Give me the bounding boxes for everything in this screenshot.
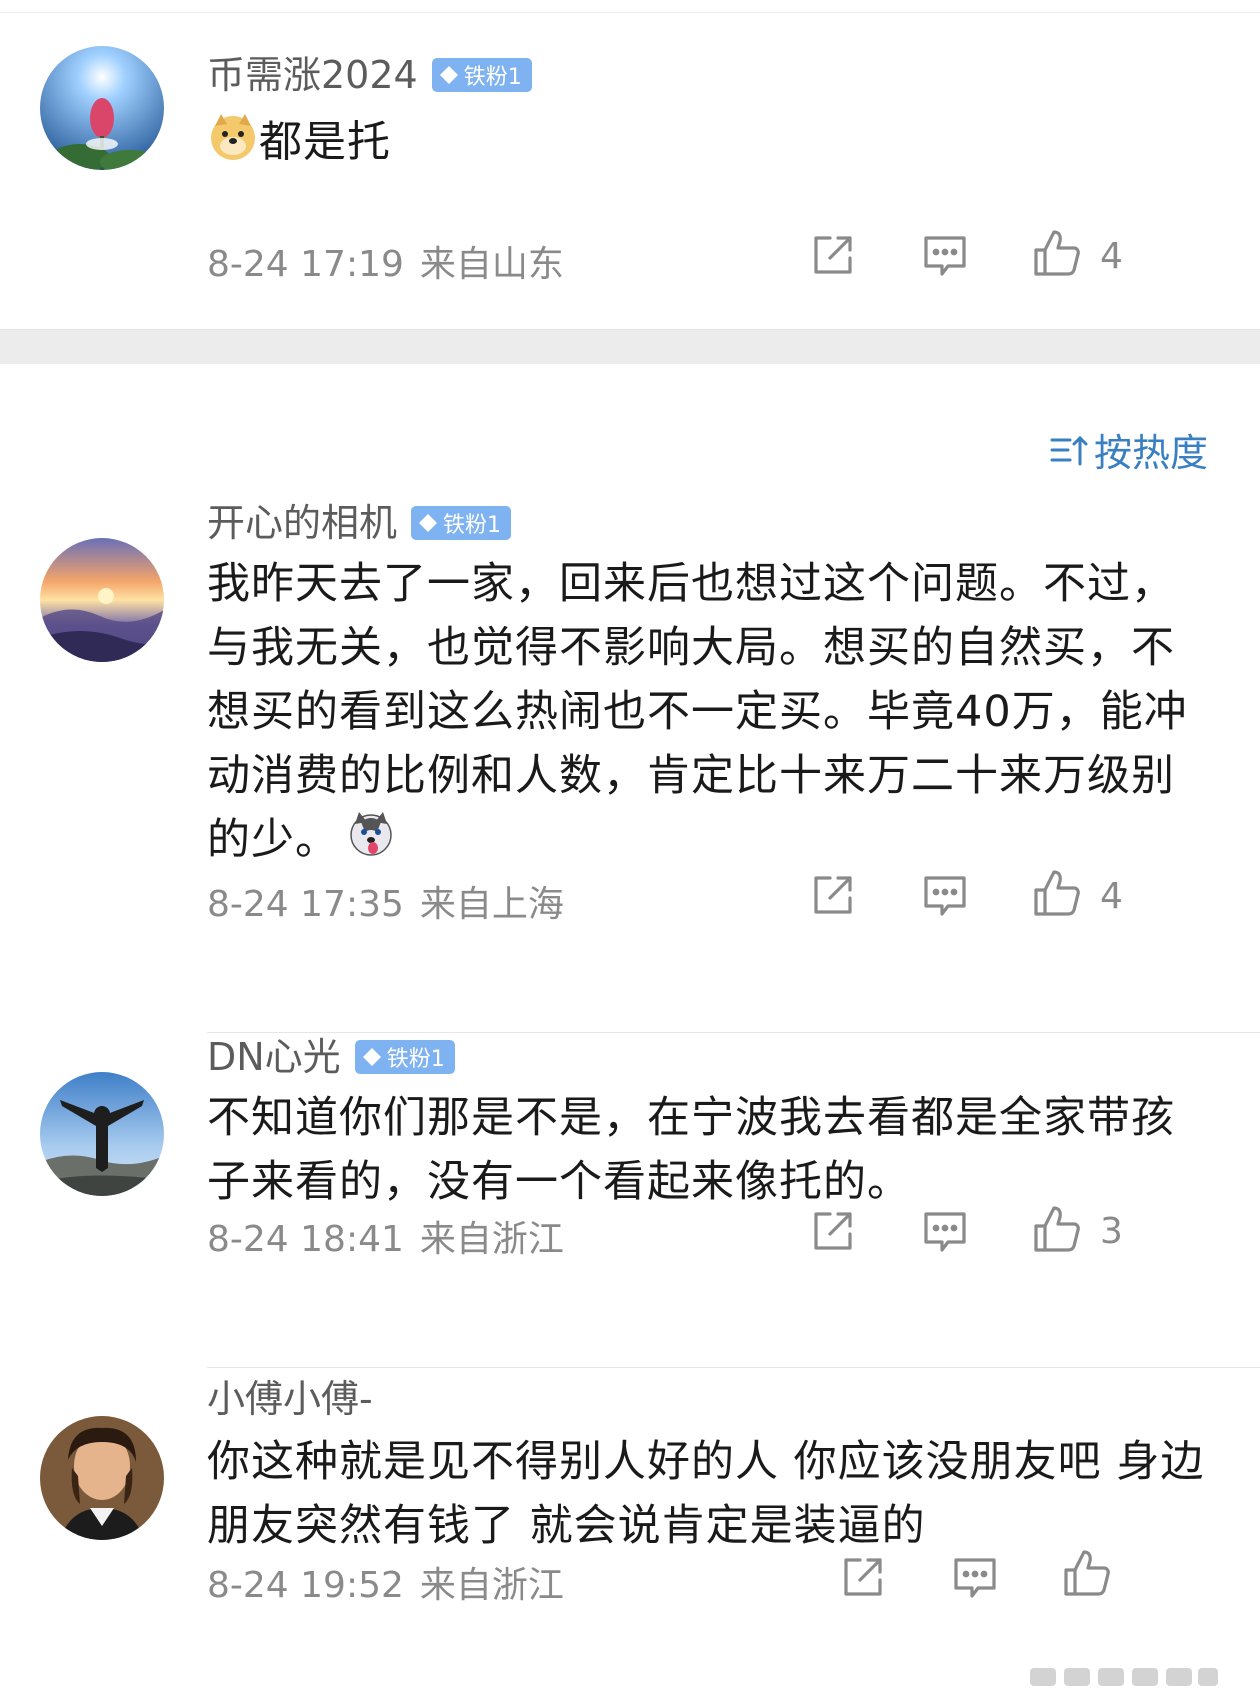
comment-body: 不知道你们那是不是，在宁波我去看都是全家带孩子来看的，没有一个看起来像托的。 (207, 1086, 1207, 1214)
comment-icon[interactable] (920, 230, 970, 280)
like-count: 4 (1100, 236, 1123, 277)
share-icon[interactable] (808, 230, 858, 280)
timestamp: 8-24 18:41 (207, 1219, 404, 1260)
comment-item: 开心的相机 铁粉1 我昨天去了一家，回来后也想过这个问题。不过，与我无关，也觉得… (0, 500, 1260, 1020)
comment-separator (207, 1367, 1260, 1368)
diamond-icon (362, 1048, 381, 1066)
like-icon[interactable] (1032, 1204, 1082, 1254)
share-icon[interactable] (808, 1206, 858, 1256)
location: 来自浙江 (419, 1219, 564, 1260)
comment-meta: 8-24 18:41 来自浙江 (207, 1210, 564, 1262)
comment-text: 你这种就是见不得别人好的人 你应该没朋友吧 身边朋友突然有钱了 就会说肯定是装逼… (207, 1437, 1205, 1551)
doge-emoji (207, 110, 259, 180)
like-count: 4 (1100, 876, 1123, 917)
comment-body: 都是托 (207, 110, 1207, 180)
sort-by-hot-button[interactable]: 按热度 (1048, 422, 1208, 477)
avatar[interactable] (40, 1416, 164, 1540)
comment-body: 我昨天去了一家，回来后也想过这个问题。不过，与我无关，也觉得不影响大局。想买的自… (207, 552, 1207, 876)
like-icon[interactable] (1062, 1548, 1112, 1598)
comment-header: 小傅小傅- (207, 1380, 373, 1418)
comment-text: 都是托 (259, 117, 391, 168)
comment-item: 币需涨2024 铁粉1 都是托 8-24 17:19 来自山东 4 (0, 0, 1260, 320)
username[interactable]: DN心光 (207, 1038, 341, 1076)
comment-item: DN心光 铁粉1 不知道你们那是不是，在宁波我去看都是全家带孩子来看的，没有一个… (0, 1038, 1260, 1360)
comment-icon[interactable] (920, 1206, 970, 1256)
fan-badge[interactable]: 铁粉1 (431, 58, 532, 92)
like-icon[interactable] (1032, 868, 1082, 918)
comment-body: 你这种就是见不得别人好的人 你应该没朋友吧 身边朋友突然有钱了 就会说肯定是装逼… (207, 1430, 1237, 1558)
share-icon[interactable] (838, 1552, 888, 1602)
avatar[interactable] (40, 538, 164, 662)
location: 来自上海 (419, 884, 564, 925)
husky-emoji (347, 810, 395, 876)
watermark (1030, 1668, 1218, 1686)
timestamp: 8-24 17:35 (207, 884, 404, 925)
username[interactable]: 开心的相机 (207, 504, 397, 542)
avatar[interactable] (40, 46, 164, 170)
comment-icon[interactable] (950, 1552, 1000, 1602)
fan-badge[interactable]: 铁粉1 (411, 506, 512, 540)
timestamp: 8-24 17:19 (207, 244, 404, 285)
username[interactable]: 小傅小傅- (207, 1380, 373, 1418)
comment-icon[interactable] (920, 870, 970, 920)
diamond-icon (419, 514, 438, 532)
comment-header: 开心的相机 铁粉1 (207, 504, 512, 542)
like-icon[interactable] (1032, 228, 1082, 278)
sort-label: 按热度 (1093, 431, 1208, 475)
comment-separator (207, 1032, 1260, 1033)
sort-icon (1050, 435, 1088, 465)
badge-label: 铁粉1 (463, 65, 522, 90)
comment-meta: 8-24 19:52 来自浙江 (207, 1556, 564, 1608)
share-icon[interactable] (808, 870, 858, 920)
comment-text: 不知道你们那是不是，在宁波我去看都是全家带孩子来看的，没有一个看起来像托的。 (207, 1093, 1175, 1207)
section-divider (0, 329, 1260, 364)
comment-meta: 8-24 17:19 来自山东 (207, 235, 564, 287)
avatar[interactable] (40, 1072, 164, 1196)
badge-label: 铁粉1 (386, 1047, 445, 1072)
badge-label: 铁粉1 (443, 513, 502, 538)
comment-header: DN心光 铁粉1 (207, 1038, 455, 1076)
comment-item: 小傅小傅- 你这种就是见不得别人好的人 你应该没朋友吧 身边朋友突然有钱了 就会… (0, 1380, 1260, 1708)
like-count: 3 (1100, 1211, 1123, 1252)
timestamp: 8-24 19:52 (207, 1565, 404, 1606)
username[interactable]: 币需涨2024 (207, 56, 418, 94)
location: 来自浙江 (419, 1565, 564, 1606)
comment-header: 币需涨2024 铁粉1 (207, 56, 532, 94)
location: 来自山东 (419, 244, 564, 285)
fan-badge[interactable]: 铁粉1 (354, 1040, 455, 1074)
comment-meta: 8-24 17:35 来自上海 (207, 875, 564, 927)
diamond-icon (439, 66, 458, 84)
